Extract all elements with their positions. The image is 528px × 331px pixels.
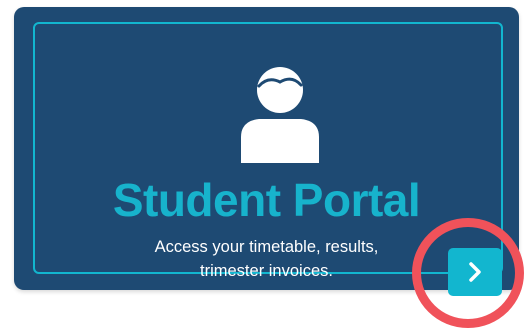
chevron-right-icon (469, 262, 481, 282)
student-portal-card[interactable]: Student Portal Access your timetable, re… (14, 7, 519, 296)
open-portal-button[interactable] (448, 248, 502, 296)
card-description: Access your timetable, results, trimeste… (14, 235, 519, 283)
card-description-line-2: trimester invoices. (200, 262, 333, 280)
user-avatar-icon (241, 67, 319, 163)
card-description-line-1: Access your timetable, results, (154, 238, 379, 256)
card-title: Student Portal (112, 174, 421, 226)
